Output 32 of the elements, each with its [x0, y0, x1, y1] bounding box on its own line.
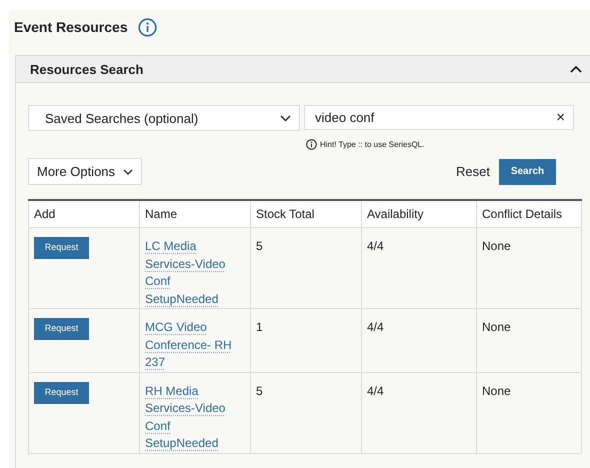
column-header: Conflict Details [476, 200, 582, 228]
page-title: Event Resources [14, 19, 128, 35]
table-cell: None [476, 308, 582, 372]
panel-title: Resources Search [30, 62, 144, 76]
request-button[interactable]: Request [34, 237, 89, 259]
more-options-button[interactable]: More Options [28, 158, 142, 185]
chevron-down-icon [123, 168, 134, 174]
clear-icon[interactable]: × [556, 109, 565, 126]
column-header: Add [28, 200, 140, 228]
request-button[interactable]: Request [34, 318, 89, 340]
table-cell: None [476, 228, 582, 308]
info-icon[interactable] [138, 18, 157, 36]
table-cell: 5 [250, 228, 362, 308]
saved-searches-dropdown[interactable]: Saved Searches (optional) [28, 105, 300, 131]
hint-text: Hint! Type :: to use SeriesQL. [320, 140, 424, 149]
info-icon [306, 139, 317, 150]
table-cell: 5 [250, 372, 362, 453]
reset-button[interactable]: Reset [456, 164, 490, 179]
chevron-icon[interactable] [570, 65, 582, 73]
table-cell: 4/4 [362, 372, 476, 453]
table-cell: 4/4 [362, 308, 476, 372]
search-button[interactable]: Search [499, 158, 556, 184]
table-cell: None [476, 372, 582, 453]
request-button[interactable]: Request [34, 382, 89, 404]
column-header: Stock Total [250, 200, 362, 228]
search-field[interactable]: video conf × [304, 105, 574, 130]
column-header: Availability [362, 200, 476, 228]
table-cell: 4/4 [362, 228, 476, 308]
chevron-down-icon [280, 114, 291, 122]
table-cell: 1 [250, 308, 362, 372]
column-header: Name [140, 200, 250, 228]
panel-header[interactable]: Resources Search [16, 56, 590, 83]
